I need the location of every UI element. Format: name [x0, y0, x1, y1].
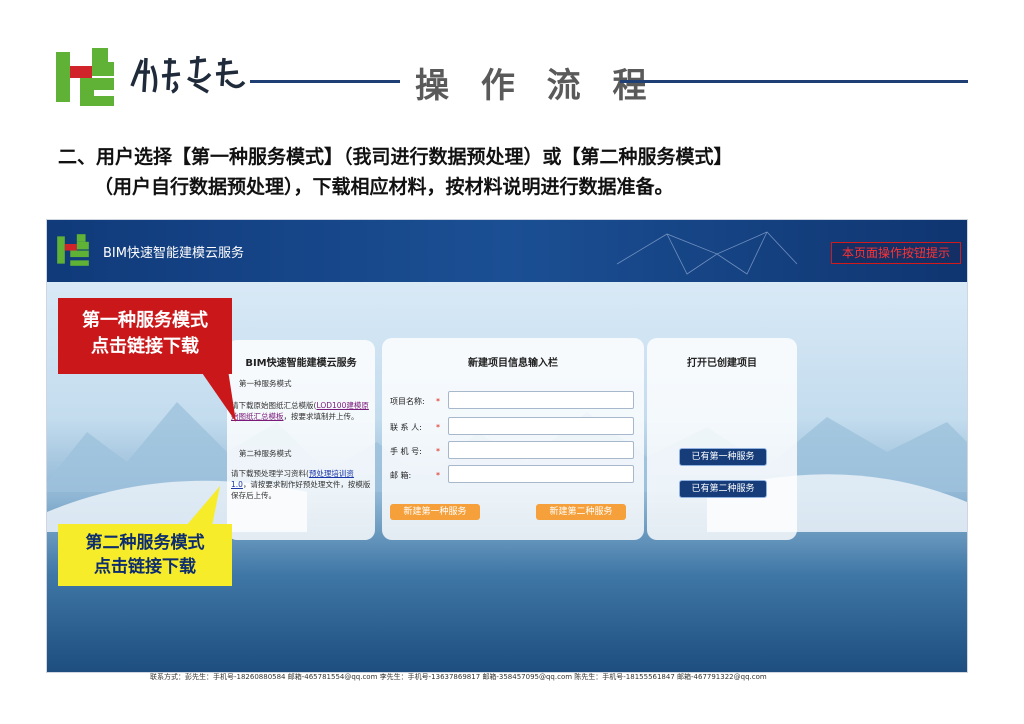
mode2-text-prefix: 请下载预处理学习资料: [231, 469, 306, 478]
open-project-panel: 打开已创建项目 已有第一种服务 已有第二种服务: [647, 338, 797, 540]
app-brand: BIM快速智能建模云服务: [103, 246, 244, 261]
mode2-text-suffix: ，请按要求制作好预处理文件，按模版保存后上传。: [231, 480, 371, 500]
callout-mode1-line2: 点击链接下载: [91, 336, 199, 357]
network-decoration-icon: [616, 231, 798, 275]
callout-mode1: 第一种服务模式 点击链接下载: [58, 298, 232, 374]
field-label-project-name: 项目名称:: [390, 397, 425, 406]
email-input[interactable]: [448, 465, 634, 483]
mode2-instructions: 请下载预处理学习资料(预处理培训资1.0，请按要求制作好预处理文件，按模版保存后…: [231, 469, 371, 500]
company-calligraphy-logo: [128, 52, 248, 98]
step-heading: 二、用户选择【第一种服务模式】（我司进行数据预处理）或【第二种服务模式】 （用户…: [58, 142, 978, 202]
open-mode2-button[interactable]: 已有第二种服务: [679, 480, 767, 498]
header-rule-right: [620, 80, 968, 83]
step-heading-line2: （用户自行数据预处理），下载相应材料，按材料说明进行数据准备。: [94, 176, 674, 198]
required-star-icon: *: [436, 471, 440, 480]
new-project-panel: 新建项目信息输入栏 项目名称: * 联 系 人: * 手 机 号: * 邮 箱: * 新…: [382, 338, 644, 540]
new-project-title: 新建项目信息输入栏: [468, 358, 558, 369]
new-mode2-button[interactable]: 新建第二种服务: [536, 504, 626, 520]
contact-input[interactable]: [448, 417, 634, 435]
project-name-input[interactable]: [448, 391, 634, 409]
required-star-icon: *: [436, 423, 440, 432]
app-topbar: BIM快速智能建模云服务 本页面操作按钮提示: [47, 220, 967, 282]
service-modes-title: BIM快速智能建模云服务: [245, 358, 357, 369]
callout-mode1-line1: 第一种服务模式: [82, 310, 208, 331]
app-logo-icon: [55, 232, 91, 268]
field-label-email: 邮 箱:: [390, 471, 412, 480]
required-star-icon: *: [436, 397, 440, 406]
contact-footer: 联系方式：彭先生：手机号-18260880584 邮箱-465781554@qq…: [150, 673, 767, 681]
mode1-label: 第一种服务模式: [239, 379, 292, 388]
phone-input[interactable]: [448, 441, 634, 459]
field-label-phone: 手 机 号:: [390, 447, 422, 456]
field-label-contact: 联 系 人:: [390, 423, 422, 432]
mode2-label: 第二种服务模式: [239, 449, 292, 458]
field-row-contact: 联 系 人: *: [390, 417, 640, 435]
required-star-icon: *: [436, 447, 440, 456]
new-mode1-button[interactable]: 新建第一种服务: [390, 504, 480, 520]
callout-mode1-pointer: [200, 370, 236, 422]
app-screenshot: BIM快速智能建模云服务 本页面操作按钮提示 BIM快速智能建模云服务 第一种服…: [46, 219, 968, 673]
field-row-email: 邮 箱: *: [390, 465, 640, 483]
company-logo: [52, 44, 118, 110]
mode1-text-prefix: 请下载原始图纸汇总模版: [231, 401, 314, 410]
field-row-phone: 手 机 号: *: [390, 441, 640, 459]
callout-mode2: 第二种服务模式 点击链接下载: [58, 524, 232, 586]
open-mode1-button[interactable]: 已有第一种服务: [679, 448, 767, 466]
field-row-project-name: 项目名称: *: [390, 391, 640, 409]
open-project-title: 打开已创建项目: [687, 358, 757, 369]
callout-mode2-pointer: [186, 486, 220, 526]
callout-mode2-line1: 第二种服务模式: [85, 533, 205, 553]
callout-mode2-line2: 点击链接下载: [94, 557, 196, 577]
step-heading-line1: 二、用户选择【第一种服务模式】（我司进行数据预处理）或【第二种服务模式】: [58, 146, 733, 168]
mode1-text-suffix: ，按要求填制并上传。: [283, 412, 359, 421]
mode1-instructions: 请下载原始图纸汇总模版(LOD100建模原始图纸汇总模板，按要求填制并上传。: [231, 401, 369, 421]
help-button[interactable]: 本页面操作按钮提示: [831, 242, 961, 264]
service-modes-panel: BIM快速智能建模云服务 第一种服务模式 请下载原始图纸汇总模版(LOD100建…: [227, 340, 375, 540]
header-rule-left: [250, 80, 400, 83]
